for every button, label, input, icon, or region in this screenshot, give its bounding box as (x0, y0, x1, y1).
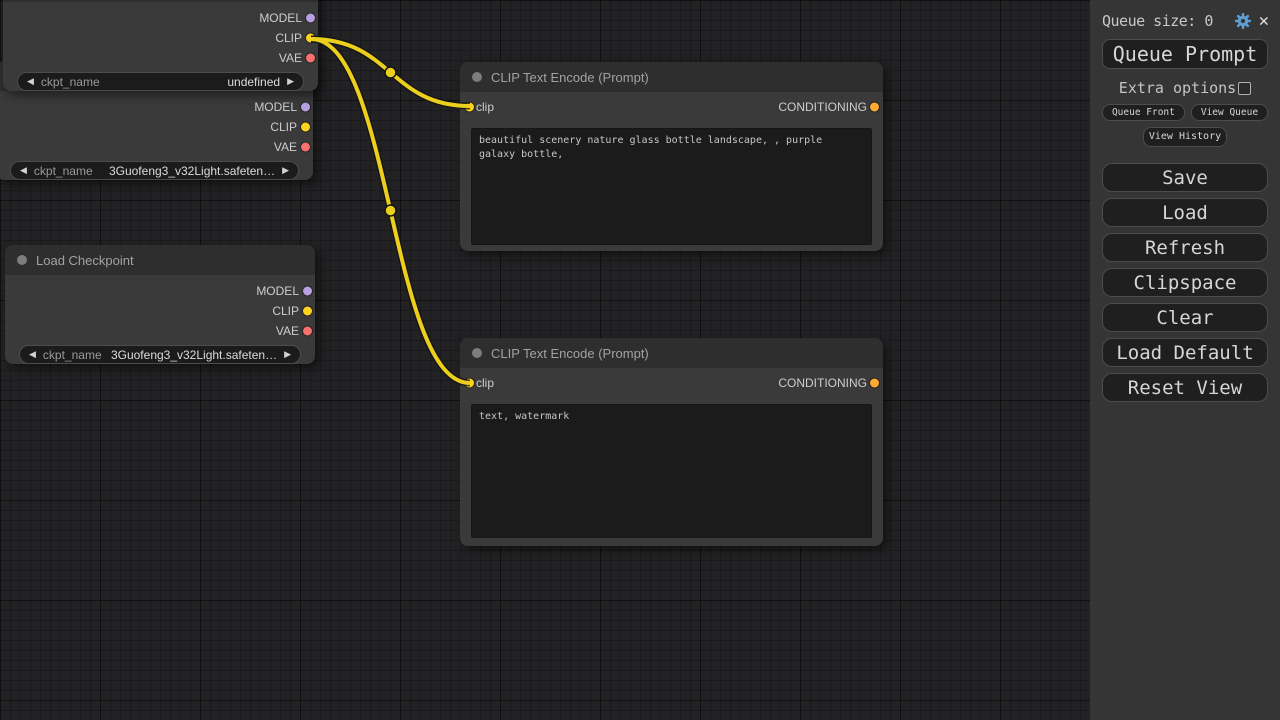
clip-input-dot[interactable] (465, 103, 474, 112)
slot-row: clip CONDITIONING (460, 97, 883, 117)
node-title: CLIP Text Encode (Prompt) (491, 70, 649, 85)
clip-output-dot[interactable] (303, 307, 312, 316)
ckpt-name-widget[interactable]: ◀ ckpt_name undefined ▶ (17, 72, 304, 91)
next-arrow-icon[interactable]: ▶ (282, 166, 289, 175)
output-slot-vae: VAE (5, 321, 315, 341)
widget-label: ckpt_name (41, 75, 100, 89)
widget-value: undefined (100, 75, 280, 89)
clip-wire-2 (311, 39, 470, 383)
clip-text-encode-node-2[interactable]: CLIP Text Encode (Prompt) clip CONDITION… (460, 338, 883, 546)
next-arrow-icon[interactable]: ▶ (284, 350, 291, 359)
prev-arrow-icon[interactable]: ◀ (29, 350, 36, 359)
output-label: VAE (276, 324, 299, 338)
output-label: CONDITIONING (778, 376, 867, 390)
load-checkpoint-node-1[interactable]: MODEL CLIP VAE ◀ ckpt_name undefined ▶ (3, 0, 318, 91)
output-slot-vae: VAE (0, 137, 313, 157)
extra-options-label: Extra options (1119, 79, 1236, 97)
queue-actions-row: Queue Front View Queue (1090, 104, 1280, 121)
reset-view-button[interactable]: Reset View (1102, 373, 1268, 402)
vae-output-dot[interactable] (303, 327, 312, 336)
prev-arrow-icon[interactable]: ◀ (27, 77, 34, 86)
load-default-button[interactable]: Load Default (1102, 338, 1268, 367)
output-label: CLIP (272, 304, 299, 318)
widget-label: ckpt_name (34, 164, 93, 178)
output-slot-model: MODEL (0, 97, 313, 117)
load-button[interactable]: Load (1102, 198, 1268, 227)
negative-prompt-textarea[interactable]: text, watermark (471, 404, 872, 538)
output-label: MODEL (259, 11, 302, 25)
slot-row: clip CONDITIONING (460, 373, 883, 393)
input-label: clip (476, 376, 494, 390)
model-output-dot[interactable] (306, 14, 315, 23)
clip-wire-1 (311, 39, 470, 106)
output-label: CLIP (270, 120, 297, 134)
clip-text-encode-node-1[interactable]: CLIP Text Encode (Prompt) clip CONDITION… (460, 62, 883, 251)
model-output-dot[interactable] (303, 287, 312, 296)
load-checkpoint-node-3[interactable]: Load Checkpoint MODEL CLIP VAE ◀ ckpt_na… (5, 245, 315, 364)
collapse-dot-icon[interactable] (472, 348, 482, 358)
menu-header: Queue size: 0 ✕ (1102, 12, 1269, 30)
conditioning-output-dot[interactable] (870, 379, 879, 388)
clear-button[interactable]: Clear (1102, 303, 1268, 332)
output-label: MODEL (254, 100, 297, 114)
input-label: clip (476, 100, 494, 114)
queue-front-button[interactable]: Queue Front (1102, 104, 1185, 121)
clip-wire-2-outline (311, 39, 470, 383)
node-titlebar[interactable]: Load Checkpoint (5, 245, 315, 275)
conditioning-output-dot[interactable] (870, 103, 879, 112)
link-midpoint-dot[interactable] (385, 205, 396, 216)
view-queue-button[interactable]: View Queue (1191, 104, 1268, 121)
clip-input-dot[interactable] (465, 379, 474, 388)
link-midpoint-dot[interactable] (385, 67, 396, 78)
clip-output-dot[interactable] (301, 123, 310, 132)
collapse-dot-icon[interactable] (17, 255, 27, 265)
clip-output-dot[interactable] (306, 34, 315, 43)
vae-output-dot[interactable] (301, 143, 310, 152)
node-title: Load Checkpoint (36, 253, 134, 268)
settings-gear-icon[interactable] (1234, 12, 1252, 30)
positive-prompt-textarea[interactable]: beautiful scenery nature glass bottle la… (471, 128, 872, 245)
node-titlebar[interactable]: CLIP Text Encode (Prompt) (460, 62, 883, 92)
output-slot-clip: CLIP (3, 28, 318, 48)
prev-arrow-icon[interactable]: ◀ (20, 166, 27, 175)
widget-value: 3Guofeng3_v32Light.safeten… (93, 164, 275, 178)
extra-options-row: Extra options (1090, 79, 1280, 97)
node-title: CLIP Text Encode (Prompt) (491, 346, 649, 361)
clipspace-button[interactable]: Clipspace (1102, 268, 1268, 297)
output-slot-model: MODEL (3, 8, 318, 28)
next-arrow-icon[interactable]: ▶ (287, 77, 294, 86)
widget-label: ckpt_name (43, 348, 102, 362)
model-output-dot[interactable] (301, 103, 310, 112)
extra-options-checkbox[interactable] (1238, 82, 1251, 95)
view-history-button[interactable]: View History (1143, 127, 1227, 147)
output-label: CLIP (275, 31, 302, 45)
output-slot-vae: VAE (3, 48, 318, 68)
output-label: VAE (274, 140, 297, 154)
ckpt-name-widget[interactable]: ◀ ckpt_name 3Guofeng3_v32Light.safeten… … (10, 161, 299, 180)
output-label: MODEL (256, 284, 299, 298)
queue-prompt-button[interactable]: Queue Prompt (1102, 39, 1268, 69)
save-button[interactable]: Save (1102, 163, 1268, 192)
output-slot-clip: CLIP (5, 301, 315, 321)
queue-size-label: Queue size: 0 (1102, 12, 1227, 30)
node-graph-canvas[interactable]: MODEL CLIP VAE ◀ ckpt_name 3Guofeng3_v32… (0, 0, 1090, 720)
menu-button-list: Save Load Refresh Clipspace Clear Load D… (1102, 163, 1268, 402)
close-icon[interactable]: ✕ (1259, 13, 1269, 30)
node-titlebar[interactable]: CLIP Text Encode (Prompt) (460, 338, 883, 368)
ckpt-name-widget[interactable]: ◀ ckpt_name 3Guofeng3_v32Light.safeten… … (19, 345, 301, 364)
comfy-menu: Queue size: 0 ✕ Queue Prompt Extra optio… (1090, 0, 1280, 720)
output-slot-model: MODEL (5, 281, 315, 301)
output-label: CONDITIONING (778, 100, 867, 114)
widget-value: 3Guofeng3_v32Light.safeten… (102, 348, 277, 362)
refresh-button[interactable]: Refresh (1102, 233, 1268, 262)
clip-wire-1-outline (311, 39, 470, 106)
output-slot-clip: CLIP (0, 117, 313, 137)
vae-output-dot[interactable] (306, 54, 315, 63)
output-label: VAE (279, 51, 302, 65)
collapse-dot-icon[interactable] (472, 72, 482, 82)
